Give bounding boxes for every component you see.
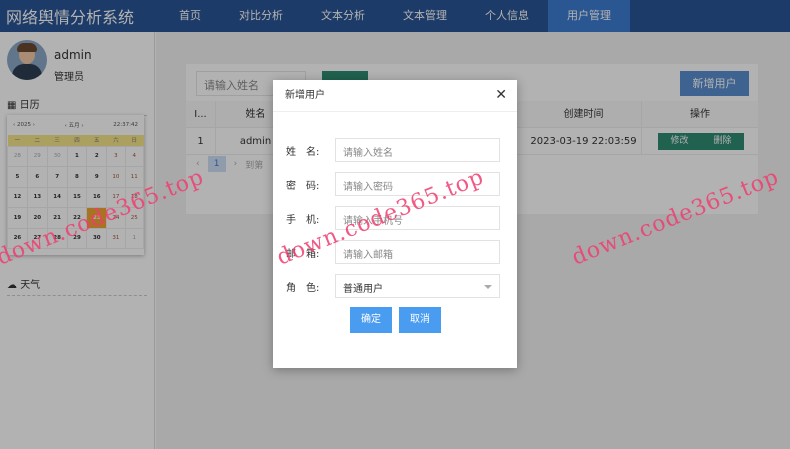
name-input[interactable]: 请输入姓名 [335,138,500,162]
name-label: 姓 名: [286,147,320,158]
role-select[interactable]: 普通用户 [335,274,500,298]
password-label: 密 码: [286,181,320,192]
close-icon[interactable]: ✕ [495,87,507,103]
phone-label: 手 机: [286,215,320,226]
confirm-button[interactable]: 确定 [350,307,392,333]
chevron-down-icon [484,285,492,293]
email-input[interactable]: 请输入邮箱 [335,240,500,264]
cancel-button[interactable]: 取消 [399,307,441,333]
role-label: 角 色: [286,283,320,294]
dialog-title: 新增用户 [273,80,517,112]
role-value: 普通用户 [343,284,383,295]
